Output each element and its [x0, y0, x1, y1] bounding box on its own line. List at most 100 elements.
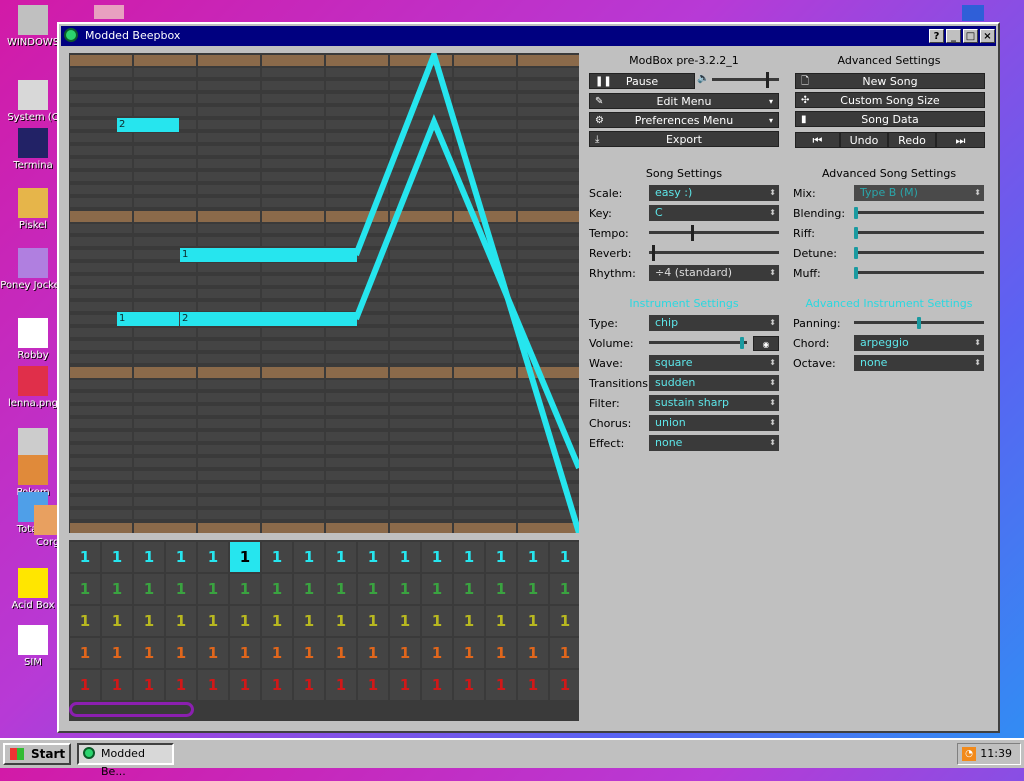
track-cell[interactable]: 1	[390, 670, 420, 700]
song-data-button[interactable]: ▮ Song Data	[795, 111, 985, 127]
undo-button[interactable]: Undo	[840, 132, 888, 148]
track-cell[interactable]: 1	[358, 670, 388, 700]
track-cell[interactable]: 1	[198, 670, 228, 700]
track-cell[interactable]: 1	[70, 606, 100, 636]
track-cell[interactable]: 1	[422, 542, 452, 572]
track-cell[interactable]: 1	[390, 574, 420, 604]
track-cell[interactable]: 1	[486, 670, 516, 700]
track-cell[interactable]: 1	[166, 638, 196, 668]
track-cell[interactable]: 1	[102, 542, 132, 572]
start-button[interactable]: Start	[3, 743, 71, 765]
pause-button[interactable]: ❚❚ Pause	[589, 73, 695, 89]
rhythm-select[interactable]: ÷4 (standard) ⬍	[649, 265, 779, 281]
song-scrollbar[interactable]	[69, 702, 194, 717]
track-cell[interactable]: 1	[422, 638, 452, 668]
track-cell[interactable]: 1	[486, 574, 516, 604]
track-cell[interactable]: 1	[326, 542, 356, 572]
track-cell[interactable]: 1	[166, 670, 196, 700]
track-cell[interactable]: 1	[550, 670, 579, 700]
track-cell[interactable]: 1	[326, 574, 356, 604]
track-cell[interactable]: 1	[550, 638, 579, 668]
transitions-select[interactable]: sudden ⬍	[649, 375, 779, 391]
track-cell[interactable]: 1	[358, 638, 388, 668]
scale-select[interactable]: easy :) ⬍	[649, 185, 779, 201]
track-cell[interactable]: 1	[518, 606, 548, 636]
track-cell[interactable]: 1	[102, 670, 132, 700]
track-cell[interactable]: 1	[294, 542, 324, 572]
track-cell[interactable]: 1	[454, 542, 484, 572]
track-cell[interactable]: 1	[454, 638, 484, 668]
pattern-editor[interactable]: 2 1 1 2	[69, 53, 579, 533]
redo-button[interactable]: Redo	[888, 132, 936, 148]
track-cell[interactable]: 1	[198, 606, 228, 636]
panning-slider[interactable]	[854, 315, 984, 331]
track-editor[interactable]: 1111111111111111111111111111111111111111…	[69, 540, 579, 721]
minimize-button[interactable]: _	[946, 29, 961, 43]
track-cell[interactable]: 1	[422, 606, 452, 636]
track-cell[interactable]: 1	[294, 574, 324, 604]
effect-select[interactable]: none ⬍	[649, 435, 779, 451]
track-cell[interactable]: 1	[390, 542, 420, 572]
track-cell[interactable]: 1	[486, 542, 516, 572]
track-cell[interactable]: 1	[70, 574, 100, 604]
track-cell[interactable]: 1	[358, 542, 388, 572]
tempo-slider[interactable]	[649, 225, 779, 241]
track-cell[interactable]: 1	[166, 542, 196, 572]
track-cell[interactable]: 1	[486, 606, 516, 636]
track-cell[interactable]: 1	[230, 670, 260, 700]
track-cell[interactable]: 1	[230, 606, 260, 636]
rss-icon[interactable]: ◔	[962, 747, 976, 761]
key-select[interactable]: C ⬍	[649, 205, 779, 221]
export-button[interactable]: ⤓ Export	[589, 131, 779, 147]
track-cell[interactable]: 1	[198, 638, 228, 668]
track-cell[interactable]: 1	[518, 638, 548, 668]
track-cell[interactable]: 1	[550, 606, 579, 636]
next-bar-button[interactable]: ⏭	[936, 132, 985, 148]
preferences-menu-button[interactable]: ⚙ Preferences Menu ▾	[589, 112, 779, 128]
track-cell[interactable]: 1	[262, 670, 292, 700]
detune-slider[interactable]	[854, 245, 984, 261]
track-cell[interactable]: 1	[134, 542, 164, 572]
help-button[interactable]: ?	[929, 29, 944, 43]
track-cell[interactable]: 1	[198, 542, 228, 572]
prev-bar-button[interactable]: ⏮	[795, 132, 840, 148]
track-cell[interactable]: 1	[326, 670, 356, 700]
custom-song-size-button[interactable]: ✣ Custom Song Size	[795, 92, 985, 108]
type-select[interactable]: chip ⬍	[649, 315, 779, 331]
track-cell[interactable]: 1	[294, 670, 324, 700]
muff-slider[interactable]	[854, 265, 984, 281]
track-cell[interactable]: 1	[454, 574, 484, 604]
track-cell[interactable]: 1	[518, 670, 548, 700]
track-cell[interactable]: 1	[422, 574, 452, 604]
track-cell[interactable]: 1	[262, 542, 292, 572]
track-cell[interactable]: 1	[102, 638, 132, 668]
track-cell[interactable]: 1	[134, 574, 164, 604]
track-cell[interactable]: 1	[422, 670, 452, 700]
track-cell[interactable]: 1	[358, 606, 388, 636]
track-cell[interactable]: 1	[262, 606, 292, 636]
mix-select[interactable]: Type B (M) ⬍	[854, 185, 984, 201]
document-icon[interactable]	[958, 5, 988, 23]
track-cell[interactable]: 1	[326, 606, 356, 636]
octave-select[interactable]: none ⬍	[854, 355, 984, 371]
mute-button[interactable]: ◉	[753, 336, 779, 351]
track-cell[interactable]: 1	[390, 606, 420, 636]
track-cell[interactable]: 1	[550, 574, 579, 604]
track-cell[interactable]: 1	[454, 670, 484, 700]
riff-slider[interactable]	[854, 225, 984, 241]
track-cell[interactable]: 1	[166, 574, 196, 604]
track-cell[interactable]: 1	[294, 606, 324, 636]
track-cell[interactable]: 1	[166, 606, 196, 636]
edit-menu-button[interactable]: ✎ Edit Menu ▾	[589, 93, 779, 109]
reverb-slider[interactable]	[649, 245, 779, 261]
track-cell[interactable]: 1	[102, 606, 132, 636]
track-cell[interactable]: 1	[230, 574, 260, 604]
track-cell[interactable]: 1	[326, 638, 356, 668]
chord-select[interactable]: arpeggio ⬍	[854, 335, 984, 351]
instrument-volume-slider[interactable]	[649, 335, 747, 351]
track-cell[interactable]: 1	[70, 670, 100, 700]
master-volume-slider[interactable]	[712, 72, 779, 88]
track-cell[interactable]: 1	[518, 574, 548, 604]
track-cell[interactable]: 1	[518, 542, 548, 572]
close-button[interactable]: ×	[980, 29, 995, 43]
